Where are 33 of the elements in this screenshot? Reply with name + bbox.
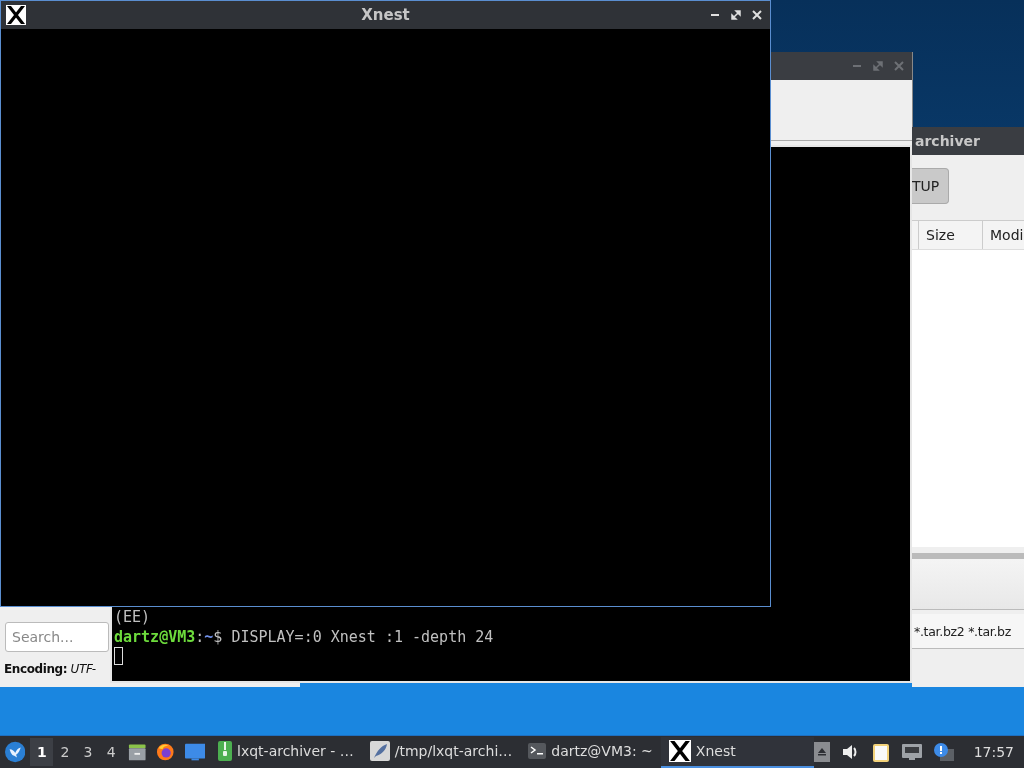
encoding-text: Encoding: UTF- <box>4 662 96 676</box>
column-header[interactable]: Size <box>918 221 982 249</box>
clock: 17:57 <box>973 744 1014 760</box>
task-button[interactable]: dartz@VM3: ~ <box>520 736 661 768</box>
terminal-command: dartz@VM3:~$ DISPLAY=:0 Xnest :1 -depth 24 <box>114 627 494 647</box>
terminal-output: (EE) <box>114 607 151 627</box>
browser-icon[interactable] <box>156 742 175 762</box>
scrollbar[interactable] <box>912 553 1024 559</box>
task-button[interactable]: lxqt-archiver - … <box>210 736 362 768</box>
bird-icon[interactable] <box>5 741 26 763</box>
window-title: archiver <box>914 133 980 149</box>
desktop-icon[interactable] <box>184 743 206 761</box>
file-cabinet-icon[interactable] <box>127 742 147 762</box>
network-icon[interactable] <box>901 744 922 760</box>
clipboard-icon[interactable] <box>871 742 890 762</box>
feather-icon <box>369 741 390 761</box>
search-field[interactable]: Search... <box>5 622 109 652</box>
filter-field[interactable]: *.tar.bz2 *.tar.bz <box>912 614 1024 649</box>
text-cursor <box>114 647 123 665</box>
x-logo-icon <box>6 5 26 25</box>
archive-icon <box>218 741 233 761</box>
notification-icon[interactable] <box>933 743 954 761</box>
toolbar-button[interactable]: TUP <box>912 168 950 204</box>
workspace-button[interactable]: 1 <box>30 738 54 766</box>
terminal-icon <box>528 743 547 759</box>
task-button[interactable]: Xnest <box>660 736 814 768</box>
window-title: Xnest <box>361 6 410 24</box>
workspace-button[interactable]: 2 <box>53 738 77 766</box>
x-logo-icon <box>668 740 691 762</box>
task-button[interactable]: /tmp/lxqt-archi… <box>361 736 521 768</box>
workspace-button[interactable]: 4 <box>99 738 123 766</box>
column-header[interactable]: Modi <box>982 221 1024 249</box>
workspace-button[interactable]: 3 <box>76 738 100 766</box>
